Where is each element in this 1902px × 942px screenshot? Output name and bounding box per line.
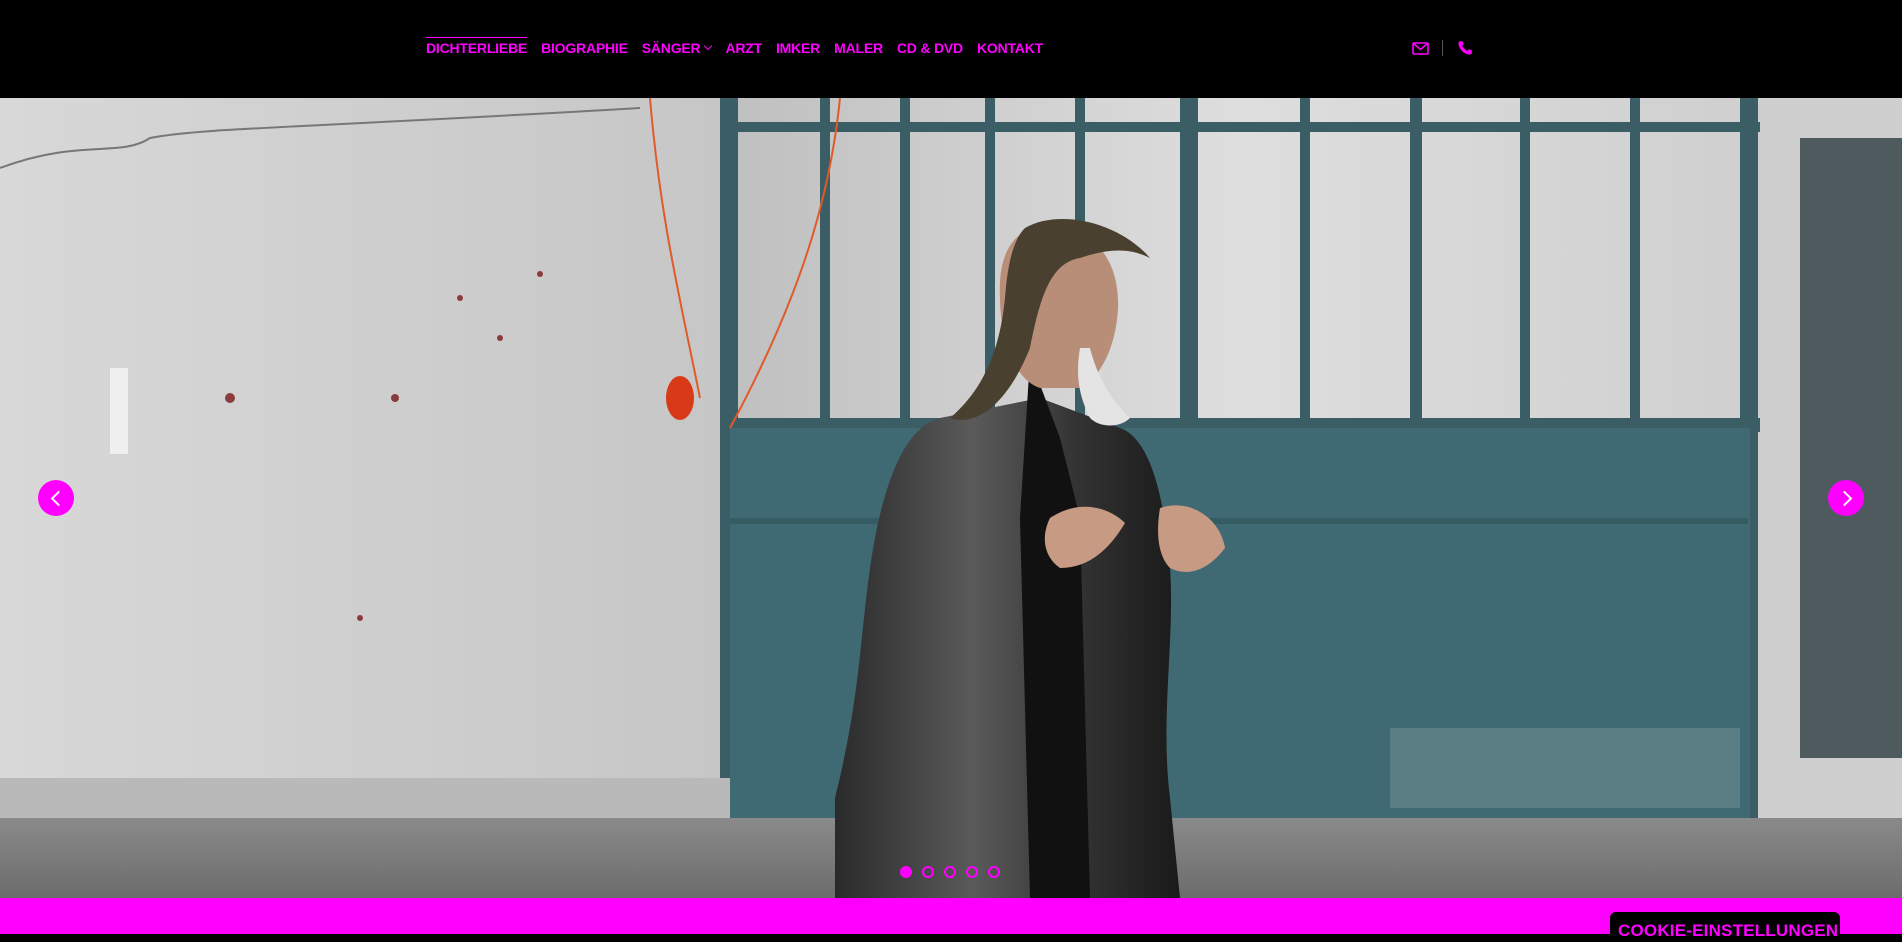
header-contact-icons [1410, 38, 1475, 58]
hero-slide-image [0, 98, 1902, 898]
slider-dot-4[interactable] [966, 866, 978, 878]
nav-label: MALER [834, 40, 883, 56]
nav-item-dichterliebe[interactable]: DICHTERLIEBE [426, 37, 527, 58]
chevron-left-icon [50, 490, 66, 506]
cookie-label: COOKIE-EINSTELLUNGEN [1618, 921, 1839, 940]
slider-prev-button[interactable] [38, 480, 74, 516]
phone-icon[interactable] [1455, 38, 1475, 58]
nav-label: BIOGRAPHIE [541, 40, 628, 56]
nav-label: CD & DVD [896, 40, 963, 56]
main-nav: DICHTERLIEBE BIOGRAPHIE SÄNGER ARZT IMKE… [426, 37, 1057, 58]
slider-dots [900, 866, 1000, 878]
chevron-down-icon [704, 41, 713, 51]
hero-slider [0, 98, 1902, 898]
nav-item-biographie[interactable]: BIOGRAPHIE [541, 38, 628, 58]
icon-divider [1442, 40, 1443, 56]
nav-item-imker[interactable]: IMKER [776, 38, 820, 58]
nav-item-arzt[interactable]: ARZT [725, 38, 762, 58]
slider-dot-3[interactable] [944, 866, 956, 878]
nav-label: DICHTERLIEBE [426, 40, 528, 56]
slider-dot-2[interactable] [922, 866, 934, 878]
cookie-settings-button[interactable]: COOKIE-EINSTELLUNGEN [1610, 912, 1840, 942]
nav-item-kontakt[interactable]: KONTAKT [977, 38, 1043, 58]
slider-next-button[interactable] [1828, 480, 1864, 516]
nav-item-maler[interactable]: MALER [834, 38, 883, 58]
nav-label: SÄNGER [641, 40, 701, 56]
nav-label: ARZT [725, 40, 762, 56]
chevron-right-icon [1836, 490, 1852, 506]
slider-dot-1[interactable] [900, 866, 912, 878]
slider-dot-5[interactable] [988, 866, 1000, 878]
nav-item-cd-dvd[interactable]: CD & DVD [897, 38, 963, 58]
nav-label: IMKER [775, 40, 821, 56]
nav-label: KONTAKT [976, 40, 1043, 56]
envelope-icon[interactable] [1410, 38, 1430, 58]
nav-item-saenger[interactable]: SÄNGER [641, 38, 713, 58]
site-header: DICHTERLIEBE BIOGRAPHIE SÄNGER ARZT IMKE… [0, 0, 1902, 98]
